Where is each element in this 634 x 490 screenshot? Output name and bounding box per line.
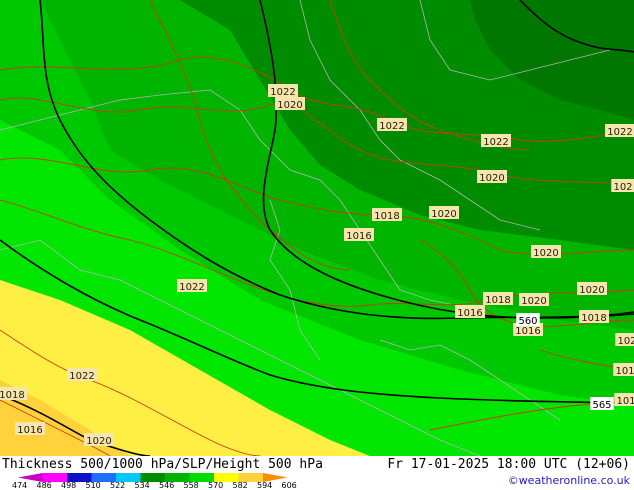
scale-tick-label: 546 — [159, 481, 175, 490]
slp-label: 1018 — [372, 208, 402, 222]
slp-label: 1018 — [483, 292, 513, 306]
slp-label-text: 1020 — [533, 248, 558, 259]
slp-label-text: 101 — [615, 366, 634, 377]
slp-label: 1016 — [455, 305, 485, 319]
height-label: 560 — [516, 313, 540, 327]
slp-label-text: 1022 — [607, 127, 632, 138]
slp-label-text: 1018 — [485, 295, 510, 306]
slp-label: 101 — [614, 393, 634, 407]
slp-label: 1020 — [84, 433, 114, 447]
slp-label: 1022 — [481, 134, 511, 148]
slp-label-text: 1022 — [379, 121, 404, 132]
height-label-text: 565 — [592, 400, 611, 411]
height-label-text: 560 — [518, 316, 537, 327]
scale-tick-label: 510 — [85, 481, 101, 490]
slp-label-text: 1016 — [17, 425, 42, 436]
scale-tick-label: 582 — [232, 481, 248, 490]
slp-label: 1016 — [15, 422, 45, 436]
slp-label-text: 1022 — [179, 282, 204, 293]
slp-label-text: 1020 — [521, 296, 546, 307]
scale-tick-label: 594 — [257, 481, 273, 490]
slp-label-text: 1022 — [270, 87, 295, 98]
height-label: 565 — [590, 397, 614, 411]
slp-label-text: 1020 — [431, 209, 456, 220]
slp-label-text: 1016 — [515, 326, 540, 337]
slp-label-text: 1020 — [86, 436, 111, 447]
slp-label: 102 — [615, 333, 634, 347]
slp-label: 1016 — [344, 228, 374, 242]
credit-link[interactable]: ©weatheronline.co.uk — [508, 474, 630, 487]
map-footer: Thickness 500/1000 hPa/SLP/Height 500 hP… — [0, 456, 634, 490]
slp-label: 1020 — [275, 97, 305, 111]
weather-map: 1022102010221022102210201021018 102010161… — [0, 0, 634, 456]
slp-label: 101 — [613, 363, 634, 377]
slp-label-text: 1020 — [579, 285, 604, 296]
slp-label-text: 1018 — [581, 313, 606, 324]
slp-label-text: 1020 — [479, 173, 504, 184]
slp-label-text: 1016 — [457, 308, 482, 319]
slp-label: 1020 — [519, 293, 549, 307]
slp-label: 1022 — [605, 124, 634, 138]
slp-label: 1020 — [477, 170, 507, 184]
slp-label: 1018 — [0, 387, 27, 401]
slp-label: 1022 — [67, 368, 97, 382]
slp-label: 1022 — [268, 84, 298, 98]
scale-tick-label: 486 — [36, 481, 52, 490]
slp-label: 1022 — [177, 279, 207, 293]
slp-label: 102 — [611, 179, 634, 193]
scale-tick-label: 558 — [183, 481, 199, 490]
slp-label-text: 102 — [617, 336, 634, 347]
slp-label: 1018 — [579, 310, 609, 324]
slp-label: 1020 — [577, 282, 607, 296]
scale-tick-label: 606 — [281, 481, 297, 490]
slp-label: 1020 — [531, 245, 561, 259]
map-title: Thickness 500/1000 hPa/SLP/Height 500 hP… — [2, 457, 323, 472]
scale-tick-label: 474 — [12, 481, 28, 490]
slp-label-text: 1018 — [0, 390, 25, 401]
slp-label-text: 1022 — [69, 371, 94, 382]
slp-label: 1020 — [429, 206, 459, 220]
scale-tick-label: 534 — [134, 481, 150, 490]
scale-tick-label: 498 — [61, 481, 77, 490]
slp-label-text: 1016 — [346, 231, 371, 242]
valid-time: Fr 17-01-2025 18:00 UTC (12+06) — [387, 457, 630, 472]
scale-tick-label: 522 — [110, 481, 126, 490]
slp-label-text: 1018 — [374, 211, 399, 222]
slp-label: 1022 — [377, 118, 407, 132]
slp-label-text: 101 — [616, 396, 634, 407]
slp-label-text: 1020 — [277, 100, 302, 111]
scale-tick-label: 570 — [208, 481, 224, 490]
slp-label-text: 102 — [613, 182, 632, 193]
slp-label-text: 1022 — [483, 137, 508, 148]
